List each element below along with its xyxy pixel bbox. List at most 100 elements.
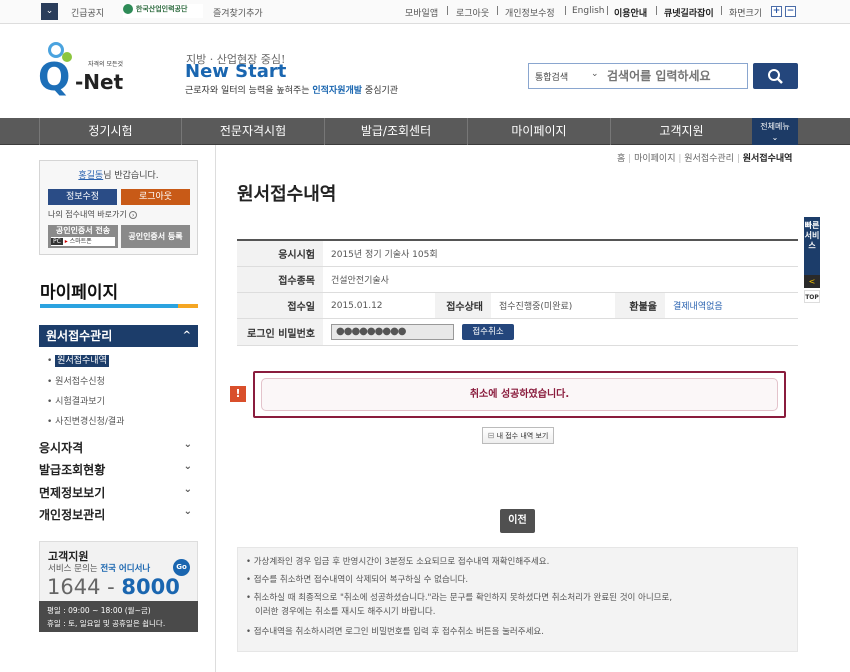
all-menu-label: 전체메뉴 bbox=[760, 122, 790, 131]
breadcrumb-home[interactable]: 홈 bbox=[617, 154, 625, 164]
qnet-guide-link[interactable]: 큐넷길라잡이 bbox=[664, 6, 714, 19]
submenu-application-request[interactable]: • 원서접수신청 bbox=[47, 374, 105, 387]
list-item: • 접수내역을 취소하시려면 로그인 비밀번호를 입력 후 접수취소 버튼을 눌… bbox=[246, 627, 544, 637]
note-text: 가상계좌인 경우 입금 후 반영시간이 3분정도 소요되므로 접수내역 재확인해… bbox=[253, 557, 550, 567]
table-row: 접수종목 건설안전기술사 bbox=[237, 267, 798, 293]
breadcrumb-mypage[interactable]: 마이페이지 bbox=[634, 154, 675, 164]
cert-transfer-label: 공인인증서 전송 bbox=[55, 226, 111, 235]
table-row: 접수일 2015.01.12 접수상태 접수진행중(미완료) 환불율 결제내역없… bbox=[237, 293, 798, 319]
sidebar-item-application-management[interactable]: 원서접수관리 ^ bbox=[39, 325, 198, 347]
chevron-down-icon: ⌄ bbox=[183, 506, 192, 517]
search-input[interactable] bbox=[607, 66, 745, 86]
divider: | bbox=[655, 6, 659, 16]
cs-go-button[interactable]: Go bbox=[173, 559, 190, 576]
title-underline-accent bbox=[178, 304, 198, 308]
breadcrumb-application[interactable]: 원서접수관리 bbox=[684, 154, 734, 164]
status-label: 접수상태 bbox=[435, 293, 491, 318]
breadcrumb-current: 원서접수내역 bbox=[742, 154, 793, 164]
sidebar-item-exemption-info[interactable]: 면제정보보기 ⌄ bbox=[39, 484, 198, 501]
sidebar-item-label: 원서접수관리 bbox=[46, 329, 113, 343]
search-icon bbox=[768, 69, 783, 84]
chevron-right-icon: › bbox=[129, 211, 138, 219]
user-name[interactable]: 홍길동 bbox=[78, 171, 103, 181]
cancel-application-button[interactable]: 접수취소 bbox=[462, 324, 514, 340]
cs-hours: 평일 : 09:00 ~ 18:00 (월~금) 휴일 : 토, 일요일 및 공… bbox=[39, 601, 198, 632]
chevron-down-icon[interactable]: ⌄ bbox=[591, 69, 599, 79]
exam-value: 2015년 정기 기술사 105회 bbox=[331, 250, 438, 260]
sidebar-item-issue-status[interactable]: 발급조회현황 ⌄ bbox=[39, 461, 198, 478]
slogan-big: New Start bbox=[185, 61, 287, 82]
sidebar-item-eligibility[interactable]: 응시자격 ⌄ bbox=[39, 439, 198, 456]
sidebar-title: 마이페이지 bbox=[40, 283, 119, 303]
edit-profile-link[interactable]: 개인정보수정 bbox=[505, 6, 555, 19]
my-application-shortcut[interactable]: 나의 접수내역 바로가기 › bbox=[48, 209, 138, 220]
page-title: 원서접수내역 bbox=[237, 184, 337, 205]
divider: | bbox=[564, 6, 568, 16]
search-category-select[interactable]: 통합검색 bbox=[535, 70, 568, 83]
scroll-top-button[interactable]: TOP bbox=[804, 290, 820, 303]
logo-tagline: 자격의 모든것 bbox=[88, 61, 124, 68]
view-button-label: 내 접수 내역 보기 bbox=[496, 432, 549, 440]
submenu-exam-results[interactable]: • 시험결과보기 bbox=[47, 394, 105, 407]
search-box: 통합검색 ⌄ bbox=[528, 63, 748, 89]
arrow-right-icon: ▸ bbox=[64, 238, 68, 245]
submenu-application-history[interactable]: • 원서접수내역 bbox=[47, 353, 109, 367]
nav-regular-exam[interactable]: 정기시험 bbox=[39, 118, 181, 145]
font-size-label: 화면크기 bbox=[729, 9, 763, 19]
submenu-label: 원서접수신청 bbox=[55, 377, 105, 387]
content-divider bbox=[215, 145, 216, 672]
logout-link[interactable]: 로그아웃 bbox=[456, 6, 489, 19]
cs-hours-weekday: 평일 : 09:00 ~ 18:00 (월~금) bbox=[47, 606, 151, 615]
table-row: 로그인 비밀번호 ●●●●●●●●● 접수취소 bbox=[237, 319, 798, 346]
english-link[interactable]: English bbox=[572, 6, 605, 16]
table-row: 응시시험 2015년 정기 기술사 105회 bbox=[237, 241, 798, 267]
usage-guide-link[interactable]: 이용안내 bbox=[614, 6, 647, 19]
refund-value[interactable]: 결제내역없음 bbox=[665, 293, 798, 318]
all-menu-button[interactable]: 전체메뉴 ⌄ bbox=[752, 118, 798, 145]
category-label: 접수종목 bbox=[237, 267, 323, 292]
chevron-left-icon[interactable]: < bbox=[804, 275, 820, 288]
notes-box: • 가상계좌인 경우 입금 후 반영시간이 3분정도 소요되므로 접수내역 재확… bbox=[237, 547, 798, 652]
font-decrease-button[interactable]: − bbox=[785, 6, 796, 17]
bookmark-link[interactable]: 즐겨찾기추가 bbox=[213, 6, 263, 19]
org-logo-icon bbox=[123, 4, 133, 14]
status-value: 접수진행중(미완료) bbox=[499, 302, 573, 312]
nav-professional-exam[interactable]: 전문자격시험 bbox=[181, 118, 324, 145]
previous-button[interactable]: 이전 bbox=[500, 509, 535, 533]
nav-customer-support[interactable]: 고객지원 bbox=[610, 118, 752, 145]
exam-label: 응시시험 bbox=[237, 241, 323, 266]
submenu-label: 원서접수내역 bbox=[55, 355, 109, 367]
nav-mypage[interactable]: 마이페이지 bbox=[467, 118, 610, 145]
org-logo[interactable]: 한국산업인력공단 bbox=[123, 4, 203, 18]
view-my-applications-button[interactable]: ⊟ 내 접수 내역 보기 bbox=[482, 427, 554, 444]
emergency-notice-link[interactable]: 긴급공지 bbox=[71, 6, 104, 19]
password-cell: ●●●●●●●●● 접수취소 bbox=[323, 319, 798, 345]
cs-hours-holiday: 휴일 : 토, 일요일 및 공휴일은 쉽니다. bbox=[47, 619, 166, 628]
divider: | bbox=[720, 6, 724, 16]
list-item: • 취소하실 때 최종적으로 "취소에 성공하셨습니다."라는 문구를 확인하지… bbox=[246, 593, 673, 603]
cert-register-button[interactable]: 공인인증서 등록 bbox=[121, 225, 190, 248]
chevron-down-icon[interactable]: ⌄ bbox=[41, 3, 58, 20]
utility-bar: ⌄ 긴급공지 한국산업인력공단 즐겨찾기추가 모바일앱 | 로그아웃 | 개인정… bbox=[0, 0, 850, 24]
list-item: • 접수를 취소하면 접수내역이 삭제되어 복구하실 수 없습니다. bbox=[246, 575, 469, 585]
cert-transfer-button[interactable]: 공인인증서 전송 PC ▸ 스마트폰 bbox=[48, 225, 118, 248]
edit-info-button[interactable]: 정보수정 bbox=[48, 189, 117, 205]
submenu-label: 사진변경신청/결과 bbox=[55, 417, 125, 427]
cert-phone-label: 스마트폰 bbox=[69, 238, 92, 245]
sidebar-item-label: 응시자격 bbox=[39, 441, 84, 455]
password-input[interactable]: ●●●●●●●●● bbox=[331, 324, 454, 340]
font-increase-button[interactable]: + bbox=[771, 6, 782, 17]
shortcut-label: 나의 접수내역 바로가기 bbox=[48, 210, 127, 219]
submenu-photo-change[interactable]: • 사진변경신청/결과 bbox=[47, 414, 124, 427]
search-button[interactable] bbox=[753, 63, 798, 89]
submenu-label: 시험결과보기 bbox=[55, 397, 105, 407]
divider: | bbox=[678, 154, 682, 164]
sidebar-item-personal-info[interactable]: 개인정보관리 ⌄ bbox=[39, 506, 198, 523]
refund-label: 환불율 bbox=[615, 293, 665, 318]
password-label: 로그인 비밀번호 bbox=[237, 319, 323, 345]
divider: | bbox=[628, 154, 632, 164]
nav-issue-center[interactable]: 발급/조회센터 bbox=[324, 118, 467, 145]
logout-button[interactable]: 로그아웃 bbox=[121, 189, 190, 205]
chevron-down-icon: ⌄ bbox=[183, 439, 192, 450]
mobile-app-link[interactable]: 모바일앱 bbox=[405, 6, 438, 19]
